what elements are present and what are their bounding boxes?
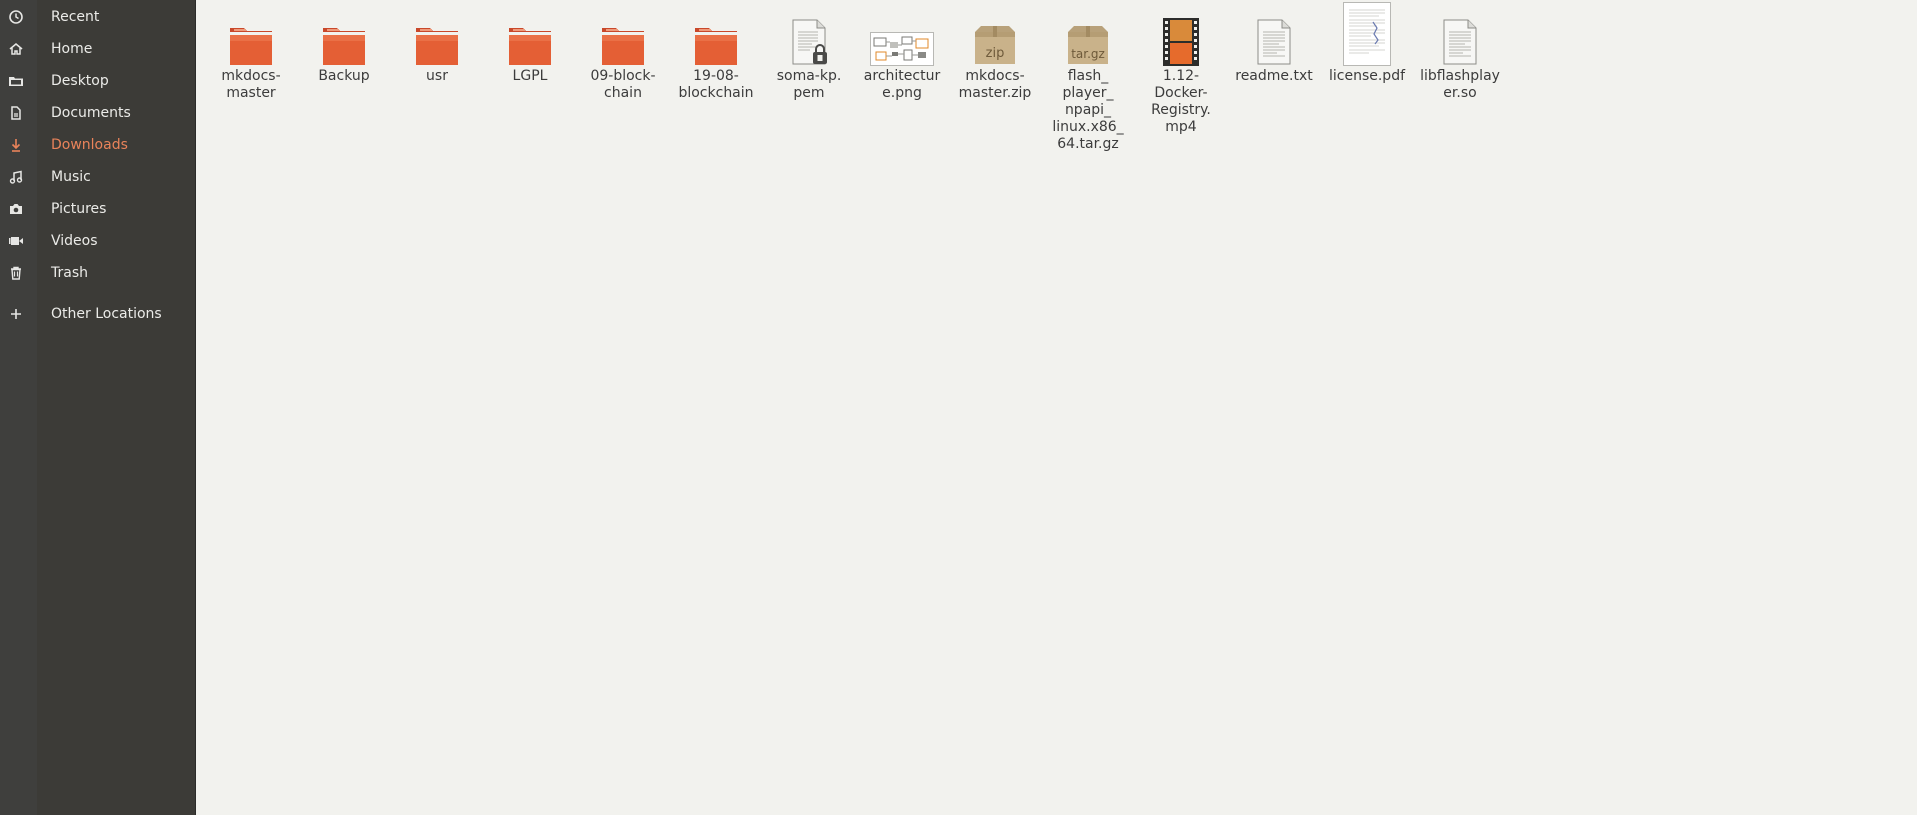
file-item-folder[interactable]: 09-block-chain bbox=[576, 0, 670, 102]
sidebar-item-label: Downloads bbox=[51, 137, 128, 153]
file-grid: mkdocs-master Backup usr LGPL 09-block-c… bbox=[196, 0, 1917, 815]
sidebar-item-label: Videos bbox=[51, 233, 98, 249]
file-name: readme.txt bbox=[1235, 68, 1313, 84]
pdf-thumbnail-icon bbox=[1343, 2, 1391, 66]
sidebar-item-pictures[interactable]: Pictures bbox=[0, 194, 195, 224]
sidebar-item-label: Trash bbox=[51, 265, 88, 281]
desktop-icon bbox=[7, 72, 25, 90]
sidebar-item-downloads[interactable]: Downloads bbox=[0, 130, 195, 160]
sidebar-item-label: Documents bbox=[51, 105, 131, 121]
document-icon bbox=[7, 104, 25, 122]
file-name: flash_ player_ npapi_ linux.x86_ 64.tar.gz bbox=[1052, 68, 1124, 152]
file-item-folder[interactable]: mkdocs-master bbox=[204, 0, 298, 102]
sidebar-item-desktop[interactable]: Desktop bbox=[0, 66, 195, 96]
sidebar-item-videos[interactable]: Videos bbox=[0, 226, 195, 256]
file-name: 1.12- Docker- Registry. mp4 bbox=[1151, 68, 1211, 135]
text-document-icon bbox=[1257, 19, 1291, 65]
locked-document-icon bbox=[792, 19, 827, 65]
folder-icon bbox=[230, 28, 272, 65]
file-name: mkdocs-master.zip bbox=[958, 68, 1032, 101]
file-name: libflashplay er.so bbox=[1420, 68, 1500, 101]
file-item-pdf[interactable]: license.pdf bbox=[1320, 0, 1414, 85]
file-item-folder[interactable]: usr bbox=[390, 0, 484, 85]
file-item-folder[interactable]: 19-08- blockchain bbox=[669, 0, 763, 102]
file-name: 09-block-chain bbox=[590, 68, 656, 101]
trash-icon bbox=[7, 264, 25, 282]
folder-icon bbox=[509, 28, 551, 65]
file-item-zip[interactable]: zip mkdocs-master.zip bbox=[948, 0, 1042, 102]
plus-icon bbox=[7, 305, 25, 323]
home-icon bbox=[7, 40, 25, 58]
camera-icon bbox=[7, 200, 25, 218]
archive-badge: zip bbox=[985, 46, 1005, 61]
file-item-video[interactable]: 1.12- Docker- Registry. mp4 bbox=[1134, 0, 1228, 136]
file-item-archive[interactable]: tar.gz flash_ player_ npapi_ linux.x86_ 64.t… bbox=[1041, 0, 1135, 153]
download-icon bbox=[7, 136, 25, 154]
sidebar-item-home[interactable]: Home bbox=[0, 34, 195, 64]
file-item-folder[interactable]: LGPL bbox=[483, 0, 577, 85]
text-document-icon bbox=[1443, 19, 1477, 65]
clock-icon bbox=[7, 8, 25, 26]
file-item-image[interactable]: architectur e.png bbox=[855, 0, 949, 102]
image-thumbnail-icon bbox=[870, 32, 934, 66]
archive-badge: tar.gz bbox=[1071, 47, 1105, 61]
sidebar-item-label: Recent bbox=[51, 9, 100, 25]
music-icon bbox=[7, 168, 25, 186]
file-item-pem[interactable]: soma-kp. pem bbox=[762, 0, 856, 102]
sidebar-item-label: Desktop bbox=[51, 73, 109, 89]
sidebar-item-documents[interactable]: Documents bbox=[0, 98, 195, 128]
file-name: mkdocs-master bbox=[221, 68, 281, 101]
sidebar-item-label: Other Locations bbox=[51, 306, 162, 322]
folder-icon bbox=[695, 28, 737, 65]
file-item-library[interactable]: libflashplay er.so bbox=[1413, 0, 1507, 102]
video-icon bbox=[7, 232, 25, 250]
file-name: soma-kp. pem bbox=[776, 68, 842, 101]
file-item-folder[interactable]: Backup bbox=[297, 0, 391, 85]
folder-icon bbox=[602, 28, 644, 65]
sidebar-item-label: Music bbox=[51, 169, 91, 185]
sidebar-item-other-locations[interactable]: Other Locations bbox=[0, 299, 195, 329]
file-item-text[interactable]: readme.txt bbox=[1227, 0, 1321, 85]
file-name: architectur e.png bbox=[863, 68, 941, 101]
file-name: usr bbox=[426, 68, 448, 84]
file-name: license.pdf bbox=[1328, 68, 1406, 84]
sidebar-item-music[interactable]: Music bbox=[0, 162, 195, 192]
file-name: LGPL bbox=[512, 68, 548, 84]
film-strip-icon bbox=[1163, 18, 1199, 66]
sidebar-item-label: Pictures bbox=[51, 201, 107, 217]
file-name: 19-08- blockchain bbox=[678, 68, 754, 101]
folder-icon bbox=[416, 28, 458, 65]
sidebar-item-recent[interactable]: Recent bbox=[0, 2, 195, 32]
sidebar-item-label: Home bbox=[51, 41, 93, 57]
sidebar-item-trash[interactable]: Trash bbox=[0, 258, 195, 288]
folder-icon bbox=[323, 28, 365, 65]
file-name: Backup bbox=[318, 68, 370, 84]
